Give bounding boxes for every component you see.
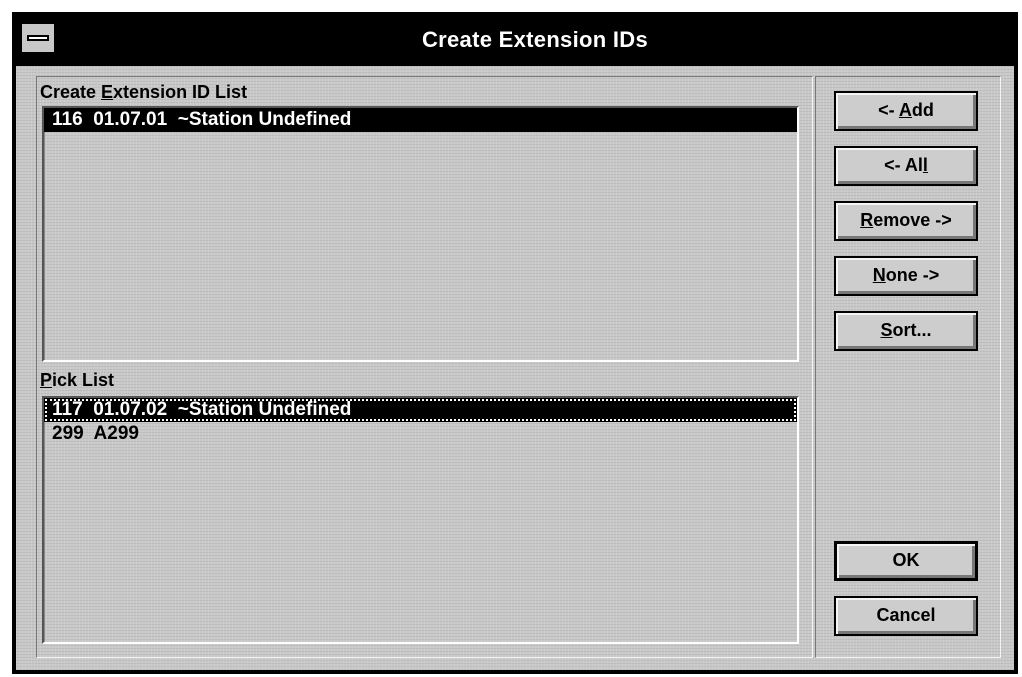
create-list-label-pre: Create <box>40 82 102 102</box>
create-extension-id-listbox[interactable]: 116 01.07.01 ~Station Undefined <box>42 106 799 362</box>
ok-button[interactable]: OK <box>834 541 978 581</box>
add-button-mnemonic: A <box>898 100 912 120</box>
add-button[interactable]: <- Add <box>834 91 978 131</box>
cancel-button-label: Cancel <box>876 605 936 625</box>
remove-button-post: emove -> <box>873 210 952 230</box>
system-menu-icon[interactable] <box>20 22 56 54</box>
title-bar[interactable]: Create Extension IDs <box>16 16 1014 66</box>
sort-button-post: ort... <box>892 320 932 340</box>
none-button[interactable]: None -> <box>834 256 978 296</box>
list-item[interactable]: 117 01.07.02 ~Station Undefined <box>44 398 797 422</box>
none-button-post: one -> <box>885 265 940 285</box>
system-menu-bar-icon <box>27 35 49 41</box>
ok-button-label: OK <box>892 550 920 570</box>
remove-button-mnemonic: R <box>860 210 874 230</box>
add-all-button[interactable]: <- All <box>834 146 978 186</box>
create-list-label-mnemonic: E <box>101 82 114 102</box>
pick-list-label-post: ick List <box>52 370 115 390</box>
pick-listbox[interactable]: 117 01.07.02 ~Station Undefined 299 A299 <box>42 396 799 644</box>
create-list-label-post: xtension ID List <box>113 82 248 102</box>
cancel-button[interactable]: Cancel <box>834 596 978 636</box>
remove-button[interactable]: Remove -> <box>834 201 978 241</box>
sort-button[interactable]: Sort... <box>834 311 978 351</box>
add-all-button-mnemonic: l <box>922 155 928 175</box>
add-button-pre: <- <box>878 100 899 120</box>
window-title: Create Extension IDs <box>421 27 649 52</box>
add-all-button-pre: <- Al <box>884 155 923 175</box>
none-button-mnemonic: N <box>872 265 886 285</box>
pick-list-label: Pick List <box>40 370 114 391</box>
sort-button-mnemonic: S <box>880 320 893 340</box>
create-list-label: Create Extension ID List <box>40 82 247 103</box>
pick-list-label-mnemonic: P <box>40 370 53 390</box>
add-button-post: dd <box>911 100 934 120</box>
list-item[interactable]: 299 A299 <box>44 422 797 446</box>
create-extension-ids-dialog: Create Extension IDs Create Extension ID… <box>12 12 1018 674</box>
list-item[interactable]: 116 01.07.01 ~Station Undefined <box>44 108 797 132</box>
